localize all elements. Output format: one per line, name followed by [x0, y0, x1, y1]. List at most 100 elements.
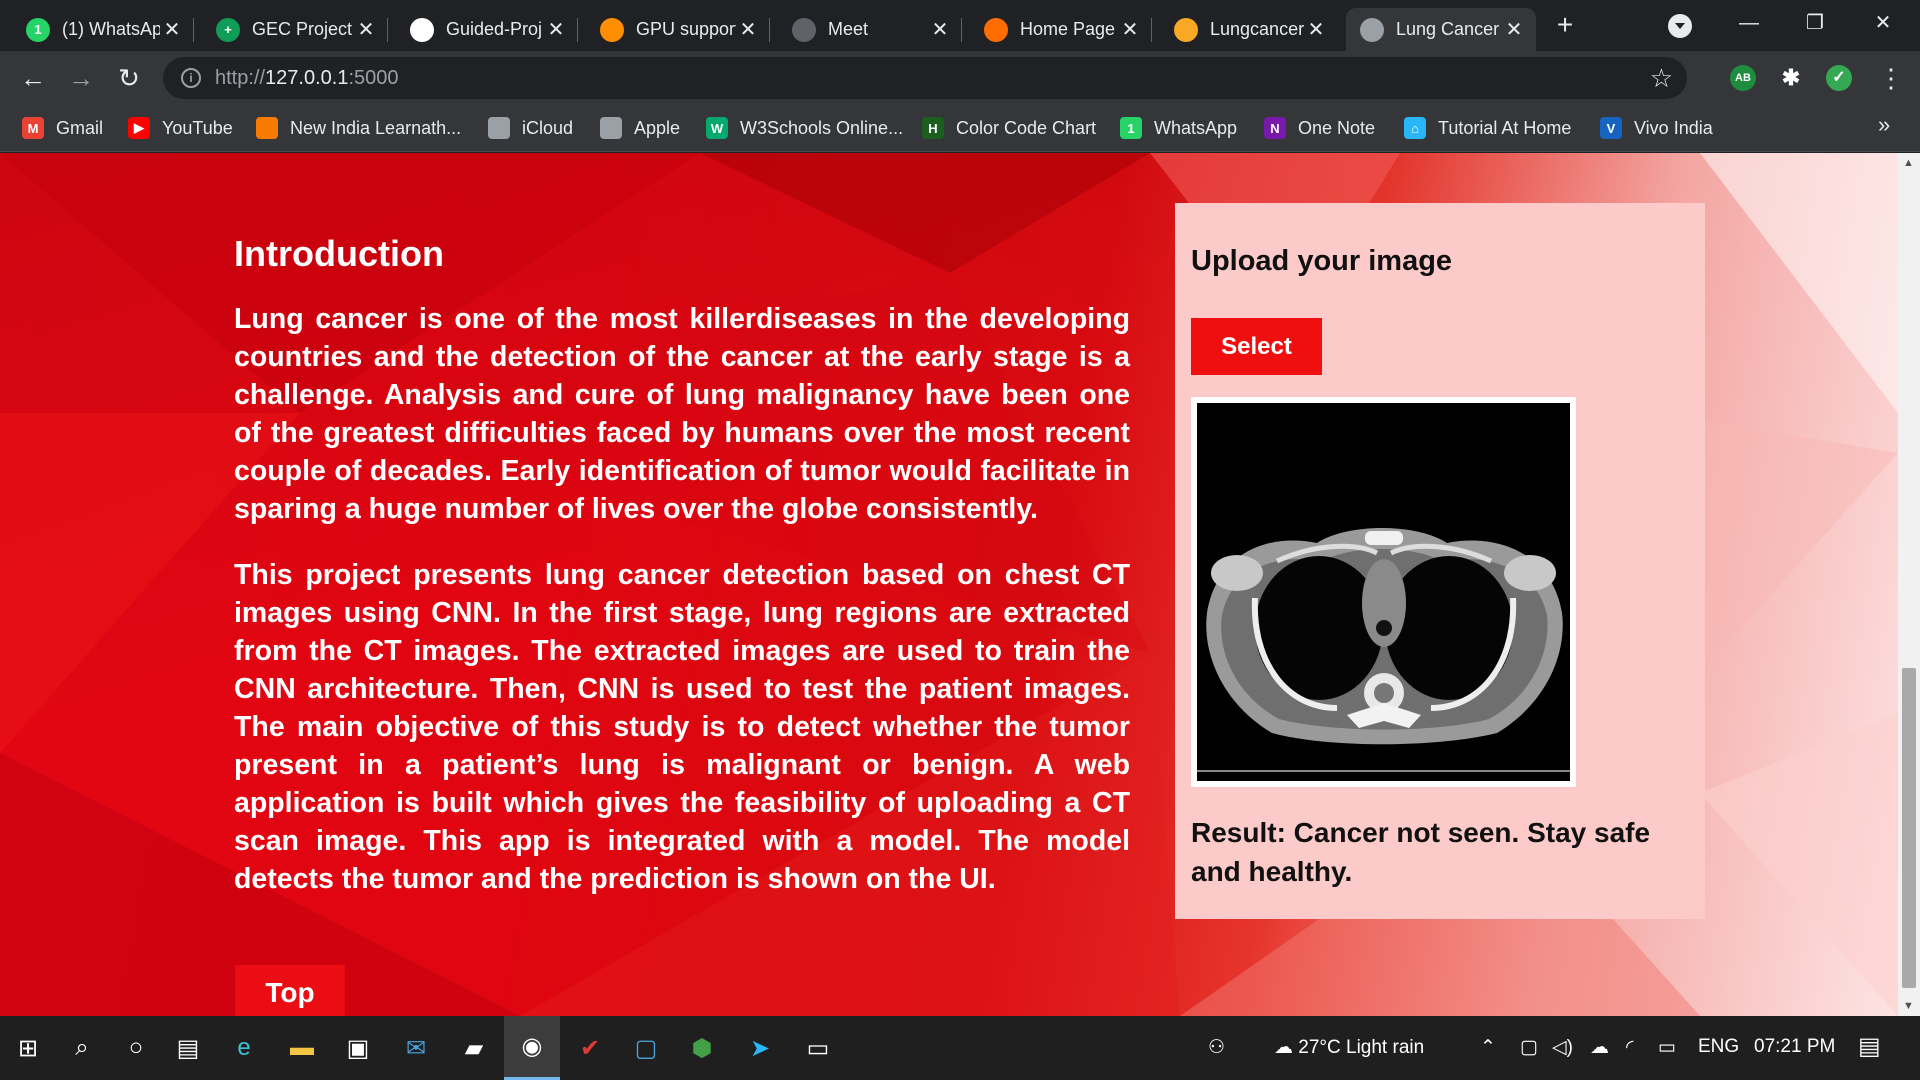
html-color-icon: H: [922, 117, 944, 139]
scroll-up-icon[interactable]: ▲: [1903, 157, 1914, 169]
whatsapp-icon: 1: [1120, 117, 1142, 139]
back-button[interactable]: ←: [18, 63, 48, 93]
bookmark-label: Tutorial At Home: [1438, 117, 1572, 138]
close-tab-icon[interactable]: ✕: [1502, 17, 1526, 42]
bookmark-item[interactable]: W W3Schools Online...: [706, 114, 903, 142]
select-button[interactable]: Select: [1191, 318, 1322, 375]
terminal-icon[interactable]: ▭: [800, 1030, 836, 1066]
browser-tab[interactable]: 1 (1) WhatsApp✕: [12, 8, 194, 51]
bookmark-label: YouTube: [162, 117, 233, 138]
browser-toolbar: ← → ↻ i http://127.0.0.1:5000 ☆ AB ✱ ✓ ⋮: [0, 51, 1920, 105]
battery-icon[interactable]: ▭: [1658, 1036, 1676, 1059]
meet-now-icon[interactable]: ▢: [1520, 1036, 1538, 1059]
mail-icon[interactable]: ✉: [398, 1030, 434, 1066]
bookmark-item[interactable]: ▶ YouTube: [128, 114, 233, 142]
bookmark-label: Gmail: [56, 117, 104, 138]
telegram-icon[interactable]: ➤: [742, 1030, 778, 1066]
forward-button[interactable]: →: [66, 63, 96, 93]
tray-overflow-icon[interactable]: ⌃: [1480, 1036, 1496, 1059]
browser-tab[interactable]: Meet ✕: [778, 8, 962, 51]
whatsapp-icon: 1: [26, 17, 50, 42]
store-icon[interactable]: ▣: [340, 1030, 376, 1066]
adblock-extension-icon[interactable]: AB: [1730, 65, 1756, 91]
vivo-icon: V: [1600, 117, 1622, 139]
file-explorer-icon[interactable]: ▬: [284, 1030, 320, 1066]
close-tab-icon[interactable]: ✕: [160, 17, 184, 42]
cortana-icon[interactable]: ○: [118, 1030, 154, 1066]
tab-search-icon[interactable]: [1668, 14, 1692, 38]
page-scrollbar[interactable]: ▲ ▼: [1898, 153, 1920, 1016]
bookmark-label: W3Schools Online...: [740, 117, 904, 138]
tensorflow-icon: [600, 17, 624, 42]
restore-button[interactable]: ❐: [1790, 8, 1840, 38]
task-view-icon[interactable]: ▤: [170, 1030, 206, 1066]
wifi-icon[interactable]: ◜: [1626, 1036, 1633, 1059]
tab-title: GPU support: [636, 19, 736, 39]
remote-app-icon[interactable]: ▰: [456, 1030, 492, 1066]
tab-separator: [961, 18, 962, 42]
introduction-section: Introduction Lung cancer is one of the m…: [234, 233, 1130, 926]
clock[interactable]: 07:21 PM: [1754, 1036, 1835, 1058]
volume-icon[interactable]: ◁): [1552, 1036, 1573, 1059]
browser-tab[interactable]: Home Page ✕: [970, 8, 1152, 51]
scroll-down-icon[interactable]: ▼: [1903, 1000, 1914, 1012]
shield-check-icon[interactable]: ✓: [1826, 65, 1852, 91]
bookmark-item[interactable]: V Vivo India: [1600, 114, 1713, 142]
tab-title: Lung Cancer: [1396, 19, 1500, 39]
tab-title: (1) WhatsApp: [62, 19, 160, 39]
people-icon[interactable]: ⚇: [1208, 1036, 1225, 1059]
close-tab-icon[interactable]: ✕: [1304, 17, 1328, 42]
language-indicator[interactable]: ENG: [1698, 1036, 1739, 1058]
weather-widget[interactable]: ☁ 27°C Light rain: [1274, 1036, 1424, 1059]
ct-scan-image: [1191, 397, 1576, 787]
bookmark-star-icon[interactable]: ☆: [1650, 63, 1673, 94]
notebook-icon: [1174, 17, 1198, 42]
address-bar[interactable]: i http://127.0.0.1:5000 ☆: [163, 57, 1687, 99]
close-tab-icon[interactable]: ✕: [544, 17, 568, 42]
close-tab-icon[interactable]: ✕: [736, 17, 760, 42]
minimize-button[interactable]: —: [1724, 8, 1774, 38]
close-tab-icon[interactable]: ✕: [1118, 17, 1142, 42]
scrollbar-thumb[interactable]: [1902, 668, 1916, 988]
bookmark-item[interactable]: Apple: [600, 114, 680, 142]
close-tab-icon[interactable]: ✕: [354, 17, 378, 42]
browser-tab[interactable]: + GEC Project ✕: [202, 8, 388, 51]
bookmark-item[interactable]: ⌂ Tutorial At Home: [1404, 114, 1571, 142]
browser-tab[interactable]: Guided-Proj ✕: [396, 8, 578, 51]
upload-heading: Upload your image: [1191, 245, 1453, 277]
bookmark-item[interactable]: New India Learnath...: [256, 114, 461, 142]
bookmark-item[interactable]: 1 WhatsApp: [1120, 114, 1237, 142]
onedrive-icon[interactable]: ☁: [1590, 1036, 1609, 1059]
close-window-button[interactable]: ✕: [1858, 8, 1908, 38]
extensions-puzzle-icon[interactable]: ✱: [1778, 65, 1804, 91]
tab-title: Guided-Proj: [446, 19, 543, 39]
new-tab-button[interactable]: +: [1550, 10, 1580, 40]
edge-icon[interactable]: e: [226, 1030, 262, 1066]
bookmark-item[interactable]: iCloud: [488, 114, 573, 142]
notifications-icon[interactable]: ▤: [1858, 1032, 1881, 1061]
close-tab-icon[interactable]: ✕: [928, 17, 952, 42]
intro-paragraph-2: This project presents lung cancer detect…: [234, 559, 1130, 895]
search-icon[interactable]: ⌕: [64, 1030, 100, 1066]
chrome-menu-icon[interactable]: ⋮: [1878, 63, 1904, 93]
bookmark-item[interactable]: M Gmail: [22, 114, 103, 142]
reload-button[interactable]: ↻: [114, 63, 144, 93]
upload-card: Upload your image Select Result: Cancer …: [1175, 203, 1705, 919]
bookmarks-bar: M Gmail ▶ YouTube New India Learnath... iClou…: [0, 105, 1920, 152]
tab-title: GEC Project: [252, 19, 353, 39]
chrome-taskbar-icon[interactable]: ◉: [504, 1016, 560, 1080]
bookmarks-overflow-icon[interactable]: »: [1878, 112, 1890, 138]
bookmark-item[interactable]: N One Note: [1264, 114, 1375, 142]
valorant-icon[interactable]: ✔: [572, 1030, 608, 1066]
app-box-icon[interactable]: ▢: [628, 1030, 664, 1066]
bookmark-label: One Note: [1298, 117, 1376, 138]
browser-tab[interactable]: Lungcancer ✕: [1160, 8, 1338, 51]
bookmark-item[interactable]: H Color Code Chart: [922, 114, 1096, 142]
top-button[interactable]: Top: [235, 965, 345, 1016]
nodejs-icon[interactable]: ⬢: [684, 1030, 720, 1066]
tab-separator: [387, 18, 388, 42]
browser-tab[interactable]: GPU support ✕: [586, 8, 770, 51]
browser-tab[interactable]: Lung Cancer ✕: [1346, 8, 1536, 51]
windows-start-icon[interactable]: ⊞: [10, 1030, 46, 1066]
site-info-icon[interactable]: i: [181, 68, 201, 88]
